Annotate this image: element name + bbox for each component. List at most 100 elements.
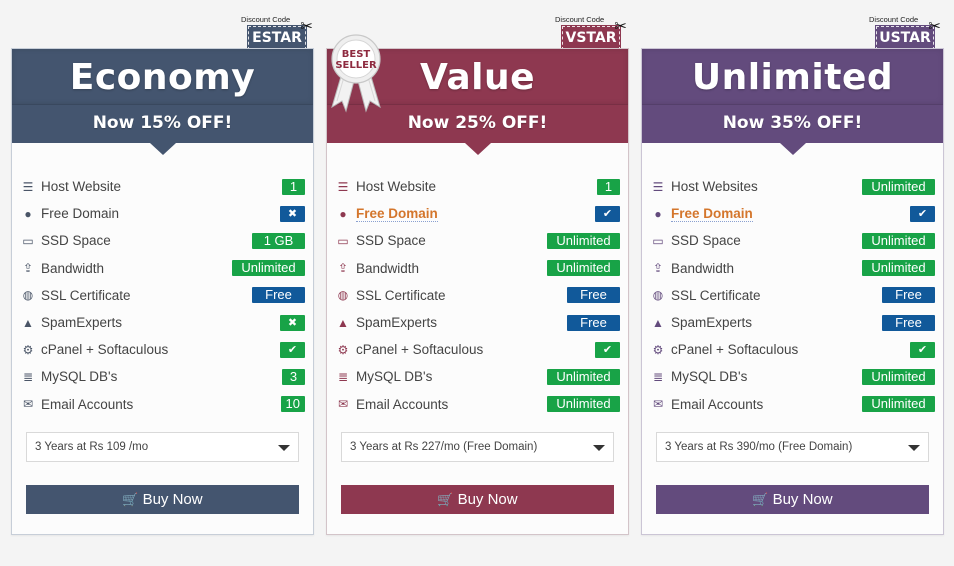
billing-term-select[interactable]: 3 Years at Rs 109 /mo bbox=[26, 432, 299, 462]
feature-value-badge: Unlimited bbox=[862, 260, 935, 277]
database-icon: ≣ bbox=[22, 369, 34, 384]
feature-row-ssl-certificate: ◍ SSL Certificate Free bbox=[20, 282, 305, 309]
billing-term-select[interactable]: 3 Years at Rs 227/mo (Free Domain) bbox=[341, 432, 614, 462]
feature-row-cpanel-softaculous: ⚙ cPanel + Softaculous ✔ bbox=[335, 336, 620, 363]
billing-term-value: 3 Years at Rs 227/mo (Free Domain) bbox=[350, 441, 538, 453]
feature-row-free-domain: ● Free Domain ✔ bbox=[650, 200, 935, 227]
feature-list: ☰ Host Website 1 ● Free Domain ✖ ▭ SSD Space 1 G… bbox=[12, 143, 313, 418]
feature-row-email-accounts: ✉ Email Accounts Unlimited bbox=[335, 391, 620, 418]
database-icon: ≣ bbox=[337, 369, 349, 384]
feature-list: ☰ Host Websites Unlimited ● Free Domain ✔ ▭ SSD… bbox=[642, 143, 943, 418]
feature-list: ☰ Host Website 1 ● Free Domain ✔ ▭ SSD Space Unl… bbox=[327, 143, 628, 418]
globe-icon: ● bbox=[24, 206, 32, 221]
feature-label: SSL Certificate bbox=[356, 287, 446, 303]
buy-now-label: Buy Now bbox=[457, 491, 518, 508]
envelope-icon: ✉ bbox=[22, 397, 34, 412]
cart-icon: 🛒 bbox=[122, 492, 139, 507]
buy-now-button[interactable]: 🛒 Buy Now bbox=[26, 485, 299, 514]
feature-value-badge: 3 bbox=[282, 368, 305, 385]
cross-icon: ✖ bbox=[280, 205, 305, 222]
feature-value-badge: Unlimited bbox=[862, 368, 935, 385]
feature-row-bandwidth: ⇪ Bandwidth Unlimited bbox=[335, 255, 620, 282]
feature-value-badge: 1 bbox=[282, 178, 305, 195]
feature-row-spamexperts: ▲ SpamExperts Free bbox=[335, 309, 620, 336]
spam-filter-icon: ▲ bbox=[22, 315, 34, 330]
billing-term-select[interactable]: 3 Years at Rs 390/mo (Free Domain) bbox=[656, 432, 929, 462]
feature-value-badge: Free bbox=[567, 287, 620, 304]
caret-down-icon bbox=[278, 445, 290, 451]
server-icon: ☰ bbox=[652, 179, 664, 194]
feature-row-email-accounts: ✉ Email Accounts Unlimited bbox=[650, 391, 935, 418]
best-seller-ribbon-icon: BEST SELLER bbox=[331, 34, 381, 113]
plan-discount: Now 35% OFF! bbox=[642, 105, 943, 155]
feature-label: Bandwidth bbox=[41, 260, 105, 276]
feature-label: cPanel + Softaculous bbox=[41, 342, 169, 358]
feature-row-mysql-db-s: ≣ MySQL DB's Unlimited bbox=[650, 363, 935, 390]
feature-value-badge: Unlimited bbox=[547, 260, 620, 277]
database-icon: ≣ bbox=[652, 369, 664, 384]
feature-value-badge: 1 GB bbox=[252, 232, 305, 249]
hdd-icon: ▭ bbox=[22, 233, 34, 248]
lock-icon: ◍ bbox=[22, 288, 34, 303]
feature-value-badge: Unlimited bbox=[232, 260, 305, 277]
feature-label[interactable]: Free Domain bbox=[356, 206, 438, 222]
feature-row-ssl-certificate: ◍ SSL Certificate Free bbox=[650, 282, 935, 309]
feature-value-badge: Unlimited bbox=[862, 232, 935, 249]
feature-label: SSD Space bbox=[671, 233, 741, 249]
feature-label: Email Accounts bbox=[41, 396, 134, 412]
coupon-code: ESTAR bbox=[247, 25, 307, 51]
feature-label: SSD Space bbox=[356, 233, 426, 249]
feature-label[interactable]: Free Domain bbox=[671, 206, 753, 222]
feature-row-ssd-space: ▭ SSD Space 1 GB bbox=[20, 227, 305, 254]
spam-filter-icon: ▲ bbox=[337, 315, 349, 330]
hdd-icon: ▭ bbox=[337, 233, 349, 248]
spam-filter-icon: ▲ bbox=[652, 315, 664, 330]
billing-term-value: 3 Years at Rs 109 /mo bbox=[35, 441, 149, 453]
feature-row-cpanel-softaculous: ⚙ cPanel + Softaculous ✔ bbox=[20, 336, 305, 363]
feature-value-badge: Unlimited bbox=[547, 368, 620, 385]
feature-label: SSL Certificate bbox=[41, 287, 131, 303]
feature-row-spamexperts: ▲ SpamExperts ✖ bbox=[20, 309, 305, 336]
feature-label: Bandwidth bbox=[671, 260, 735, 276]
buy-now-button[interactable]: 🛒 Buy Now bbox=[341, 485, 614, 514]
cart-icon: 🛒 bbox=[437, 492, 454, 507]
plan-title: Economy bbox=[12, 49, 313, 105]
feature-row-free-domain: ● Free Domain ✔ bbox=[335, 200, 620, 227]
feature-label: MySQL DB's bbox=[356, 369, 433, 385]
feature-label: MySQL DB's bbox=[671, 369, 748, 385]
server-icon: ☰ bbox=[337, 179, 349, 194]
upload-icon: ⇪ bbox=[22, 261, 34, 276]
buy-now-label: Buy Now bbox=[142, 491, 203, 508]
billing-term-value: 3 Years at Rs 390/mo (Free Domain) bbox=[665, 441, 853, 453]
cross-icon: ✖ bbox=[280, 314, 305, 331]
cart-icon: 🛒 bbox=[752, 492, 769, 507]
buy-now-button[interactable]: 🛒 Buy Now bbox=[656, 485, 929, 514]
feature-row-ssd-space: ▭ SSD Space Unlimited bbox=[650, 227, 935, 254]
feature-value-badge: 10 bbox=[280, 396, 305, 413]
feature-label: cPanel + Softaculous bbox=[356, 342, 484, 358]
feature-row-cpanel-softaculous: ⚙ cPanel + Softaculous ✔ bbox=[650, 336, 935, 363]
feature-label: Email Accounts bbox=[671, 396, 764, 412]
buy-now-label: Buy Now bbox=[772, 491, 833, 508]
feature-value-badge: Unlimited bbox=[862, 396, 935, 413]
coupon-code: VSTAR bbox=[561, 25, 621, 51]
lock-icon: ◍ bbox=[337, 288, 349, 303]
feature-row-free-domain: ● Free Domain ✖ bbox=[20, 200, 305, 227]
feature-row-bandwidth: ⇪ Bandwidth Unlimited bbox=[20, 255, 305, 282]
upload-icon: ⇪ bbox=[652, 261, 664, 276]
feature-value-badge: Free bbox=[252, 287, 305, 304]
lock-icon: ◍ bbox=[652, 288, 664, 303]
feature-row-spamexperts: ▲ SpamExperts Free bbox=[650, 309, 935, 336]
feature-row-host-website: ☰ Host Website 1 bbox=[20, 173, 305, 200]
ribbon-text-line-2: SELLER bbox=[335, 60, 377, 71]
feature-value-badge: Unlimited bbox=[547, 232, 620, 249]
check-icon: ✔ bbox=[595, 341, 620, 358]
feature-label: MySQL DB's bbox=[41, 369, 118, 385]
server-icon: ☰ bbox=[22, 179, 34, 194]
feature-label: cPanel + Softaculous bbox=[671, 342, 799, 358]
envelope-icon: ✉ bbox=[652, 397, 664, 412]
hdd-icon: ▭ bbox=[652, 233, 664, 248]
gears-icon: ⚙ bbox=[22, 342, 34, 357]
feature-label: Bandwidth bbox=[356, 260, 420, 276]
feature-label: SSL Certificate bbox=[671, 287, 761, 303]
